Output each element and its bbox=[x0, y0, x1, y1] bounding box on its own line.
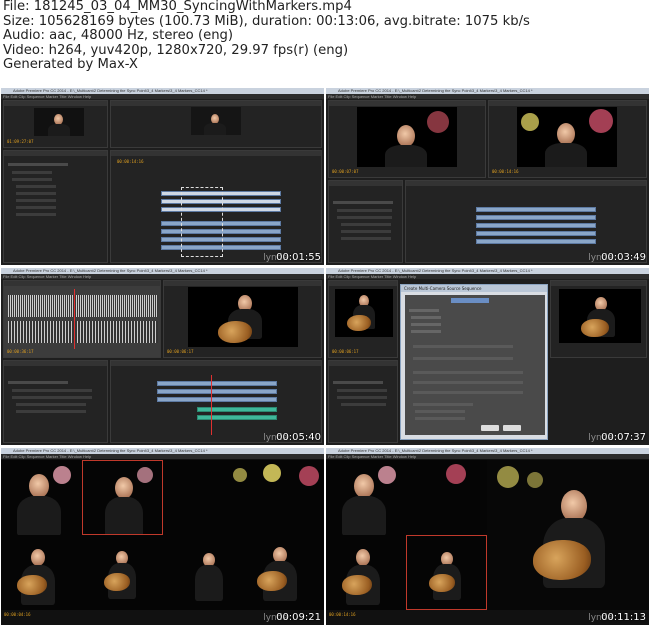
project-panel bbox=[3, 360, 108, 443]
timeline-panel bbox=[405, 180, 647, 263]
menu-bar: File Edit Clip Sequence Marker Title Win… bbox=[326, 94, 649, 99]
thumbnail-timestamp: 00:03:49 bbox=[601, 252, 646, 263]
timeline-panel bbox=[110, 360, 322, 443]
multicam-dialog[interactable]: Create Multi-Camera Source Sequence bbox=[400, 284, 548, 440]
project-panel bbox=[328, 360, 398, 443]
menu-bar: File Edit Clip Sequence Marker Title Win… bbox=[326, 274, 649, 279]
thumbnail-2[interactable]: Adobe Premiere Pro CC 2014 - E:\_Multica… bbox=[326, 88, 649, 265]
thumbnail-4[interactable]: Adobe Premiere Pro CC 2014 - E:\_Multica… bbox=[326, 268, 649, 445]
thumbnail-timestamp: 00:01:55 bbox=[276, 252, 321, 263]
source-monitor: 00:00:07:07 bbox=[328, 100, 486, 178]
thumbnail-3[interactable]: Adobe Premiere Pro CC 2014 - E:\_Multica… bbox=[1, 268, 324, 445]
thumbnail-timestamp: 00:09:21 bbox=[276, 612, 321, 623]
video-info: Video: h264, yuv420p, 1280x720, 29.97 fp… bbox=[3, 42, 349, 58]
source-monitor: 00:00:06:17 bbox=[328, 280, 398, 358]
thumbnail-5[interactable]: Adobe Premiere Pro CC 2014 - E:\_Multica… bbox=[1, 448, 324, 625]
file-info-header: File: 181245_03_04_MM30_SyncingWithMarke… bbox=[3, 0, 643, 88]
program-monitor: 00:00:14:16 bbox=[488, 100, 647, 178]
timeline-panel: 00:00:14:16 bbox=[110, 150, 322, 263]
file-size: Size: 105628169 bytes (100.73 MiB), dura… bbox=[3, 13, 530, 29]
ok-button[interactable] bbox=[481, 425, 499, 431]
source-monitor-waveform: 00:00:36:17 bbox=[3, 280, 161, 358]
timecode: 01:09:27:07 bbox=[7, 139, 34, 144]
menu-bar: File Edit Clip Sequence Marker Title Win… bbox=[1, 454, 324, 459]
multicam-monitor bbox=[1, 460, 324, 610]
menu-bar: File Edit Clip Sequence Marker Title Win… bbox=[1, 274, 324, 279]
timecode: 00:00:06:17 bbox=[167, 349, 194, 354]
thumbnail-timestamp: 00:05:40 bbox=[276, 432, 321, 443]
program-monitor bbox=[487, 460, 649, 610]
audio-info: Audio: aac, 48000 Hz, stereo (eng) bbox=[3, 28, 234, 44]
menu-bar: File Edit Clip Sequence Marker Title Win… bbox=[1, 94, 324, 99]
thumbnail-timestamp: 00:11:13 bbox=[601, 612, 646, 623]
thumbnail-timestamp: 00:07:37 bbox=[601, 432, 646, 443]
project-panel bbox=[3, 150, 108, 263]
program-monitor bbox=[110, 100, 322, 148]
program-monitor: 00:00:06:17 bbox=[163, 280, 322, 358]
dialog-title: Create Multi-Camera Source Sequence bbox=[401, 285, 547, 292]
source-monitor: 01:09:27:07 bbox=[3, 100, 108, 148]
timecode: 00:00:14:16 bbox=[492, 169, 519, 174]
file-name: File: 181245_03_04_MM30_SyncingWithMarke… bbox=[3, 0, 352, 14]
program-monitor bbox=[550, 280, 647, 358]
timecode: 00:00:04:16 bbox=[4, 612, 31, 617]
thumbnail-1[interactable]: Adobe Premiere Pro CC 2014 - E:\_Multica… bbox=[1, 88, 324, 265]
multicam-monitor bbox=[326, 460, 487, 610]
menu-bar: File Edit Clip Sequence Marker Title Win… bbox=[326, 454, 649, 459]
project-panel bbox=[328, 180, 403, 263]
cancel-button[interactable] bbox=[503, 425, 521, 431]
thumbnail-grid: Adobe Premiere Pro CC 2014 - E:\_Multica… bbox=[0, 88, 650, 629]
timecode: 00:00:14:16 bbox=[329, 612, 356, 617]
generator: Generated by Max-X bbox=[3, 57, 138, 73]
thumbnail-6[interactable]: Adobe Premiere Pro CC 2014 - E:\_Multica… bbox=[326, 448, 649, 625]
